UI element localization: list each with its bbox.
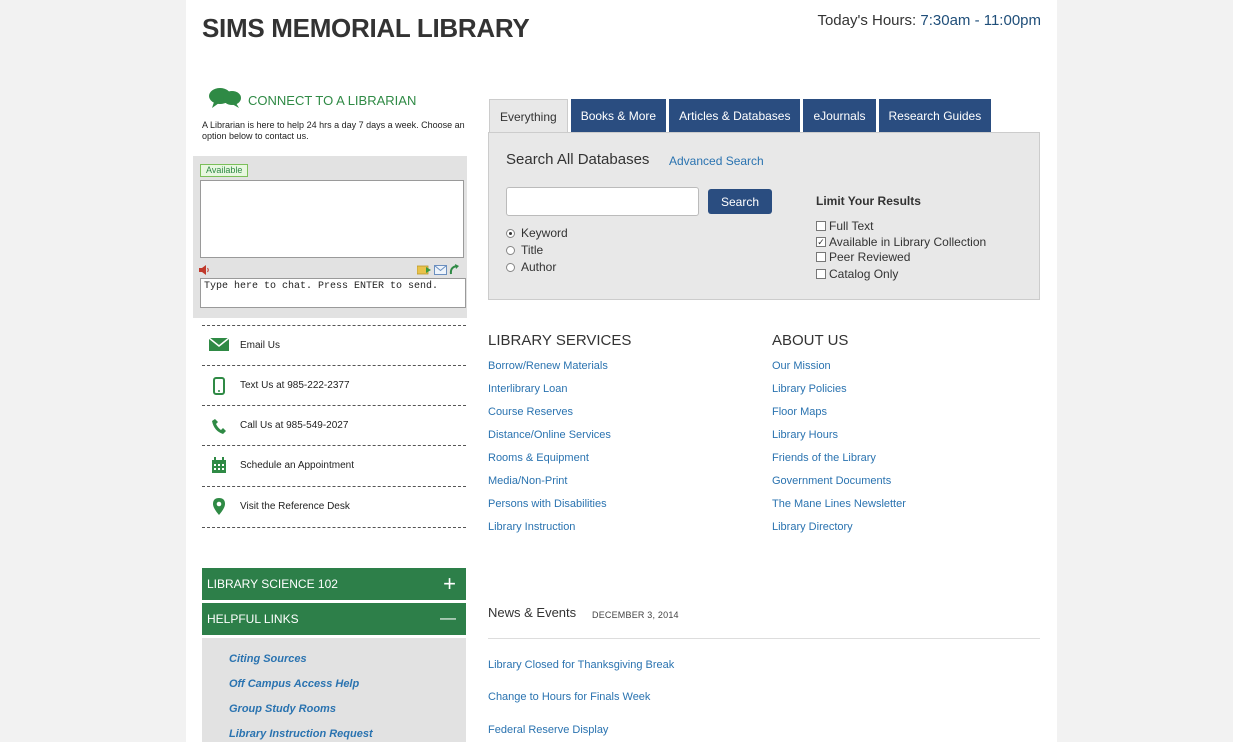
calendar-icon [208, 457, 230, 474]
accordion-helpful-links[interactable]: HELPFUL LINKS — [202, 603, 466, 635]
news-heading: News & Events [488, 605, 577, 620]
about-link[interactable]: Library Policies [772, 383, 847, 395]
news-item[interactable]: Library Closed for Thanksgiving Break [488, 659, 674, 671]
contact-label: Call Us at 985-549-2027 [240, 420, 349, 431]
divider [202, 527, 466, 528]
about-link[interactable]: The Mane Lines Newsletter [772, 498, 906, 510]
contact-label: Text Us at 985-222-2377 [240, 380, 350, 391]
contact-label: Schedule an Appointment [240, 460, 354, 471]
chat-bubbles-icon [208, 87, 242, 114]
search-button[interactable]: Search [708, 189, 772, 214]
radio-title[interactable]: Title [506, 243, 543, 257]
helpful-link[interactable]: Citing Sources [229, 653, 307, 665]
about-us-heading: ABOUT US [772, 332, 849, 349]
expand-icon: + [443, 571, 456, 596]
service-link[interactable]: Library Instruction [488, 521, 575, 533]
limit-results-heading: Limit Your Results [816, 194, 921, 208]
radio-keyword[interactable]: Keyword [506, 226, 568, 240]
news-item[interactable]: Federal Reserve Display [488, 724, 608, 736]
service-link[interactable]: Media/Non-Print [488, 475, 567, 487]
helpful-link[interactable]: Group Study Rooms [229, 703, 336, 715]
contact-text[interactable]: Text Us at 985-222-2377 [202, 365, 466, 405]
radio-label: Keyword [521, 226, 568, 240]
checkbox[interactable] [816, 269, 826, 279]
accordion-label: LIBRARY SCIENCE 102 [207, 577, 338, 591]
accordion-label: HELPFUL LINKS [207, 612, 299, 626]
connect-title[interactable]: CONNECT TO A LIBRARIAN [248, 93, 416, 108]
hours-value: 7:30am - 11:00pm [920, 12, 1041, 29]
helpful-links-panel: Citing Sources Off Campus Access Help Gr… [202, 638, 466, 742]
connect-heading: CONNECT TO A LIBRARIAN [208, 87, 416, 114]
checkbox-label: Available in Library Collection [829, 235, 987, 249]
library-services-heading: LIBRARY SERVICES [488, 332, 632, 349]
contact-label: Email Us [240, 340, 281, 351]
tab-everything[interactable]: Everything [489, 99, 568, 133]
service-link[interactable]: Course Reserves [488, 406, 573, 418]
helpful-link[interactable]: Library Instruction Request [229, 728, 373, 740]
search-title: Search All Databases [506, 151, 650, 168]
radio-label: Author [521, 260, 557, 274]
advanced-search-link[interactable]: Advanced Search [669, 154, 764, 168]
phone-icon [208, 376, 230, 395]
contact-call[interactable]: Call Us at 985-549-2027 [202, 405, 466, 445]
tab-research-guides[interactable]: Research Guides [878, 99, 992, 132]
checkbox-available[interactable]: ✓ Available in Library Collection [816, 235, 986, 249]
contact-email[interactable]: Email Us [202, 325, 466, 365]
about-link[interactable]: Library Hours [772, 429, 838, 441]
email-icon [208, 336, 230, 355]
search-tabs: Everything Books & More Articles & Datab… [489, 99, 992, 133]
checkbox-label: Full Text [829, 219, 874, 233]
page-title: SIMS MEMORIAL LIBRARY [202, 13, 530, 43]
radio-button[interactable] [506, 228, 515, 238]
accordion-library-science[interactable]: LIBRARY SCIENCE 102 + [202, 568, 466, 600]
helpful-link[interactable]: Off Campus Access Help [229, 678, 359, 690]
news-item[interactable]: Change to Hours for Finals Week [488, 691, 650, 703]
search-panel: Search All Databases Advanced Search Sea… [488, 132, 1040, 300]
todays-hours: Today's Hours: 7:30am - 11:00pm [817, 12, 1041, 29]
about-link[interactable]: Friends of the Library [772, 452, 876, 464]
chat-widget: Available Type here to chat. Press ENTER… [193, 156, 467, 318]
service-link[interactable]: Interlibrary Loan [488, 383, 568, 395]
about-link[interactable]: Our Mission [772, 360, 831, 372]
collapse-icon: — [440, 610, 456, 627]
call-icon [208, 418, 230, 434]
page: SIMS MEMORIAL LIBRARY Today's Hours: 7:3… [186, 0, 1057, 742]
contact-reference-desk[interactable]: Visit the Reference Desk [202, 486, 466, 526]
news-date: DECEMBER 3, 2014 [592, 610, 679, 620]
service-link[interactable]: Rooms & Equipment [488, 452, 589, 464]
service-link[interactable]: Distance/Online Services [488, 429, 611, 441]
chat-input[interactable]: Type here to chat. Press ENTER to send. [200, 278, 466, 308]
checkbox-label: Peer Reviewed [829, 250, 911, 264]
checkbox-label: Catalog Only [829, 267, 899, 281]
radio-button[interactable] [506, 245, 515, 255]
checkbox-peer-reviewed[interactable]: Peer Reviewed [816, 250, 910, 264]
tab-ejournals[interactable]: eJournals [803, 99, 876, 132]
radio-button[interactable] [506, 262, 515, 272]
checkbox-checked[interactable]: ✓ [816, 237, 826, 247]
contact-label: Visit the Reference Desk [240, 501, 350, 512]
checkbox[interactable] [816, 221, 826, 231]
service-link[interactable]: Persons with Disabilities [488, 498, 607, 510]
tab-articles-databases[interactable]: Articles & Databases [669, 99, 801, 132]
contact-appointment[interactable]: Schedule an Appointment [202, 445, 466, 485]
chat-transcript [200, 180, 464, 258]
about-link[interactable]: Government Documents [772, 475, 891, 487]
connect-subtext: A Librarian is here to help 24 hrs a day… [202, 120, 465, 141]
location-icon [208, 498, 230, 515]
divider [488, 638, 1040, 639]
radio-author[interactable]: Author [506, 260, 556, 274]
tab-books-more[interactable]: Books & More [570, 99, 667, 132]
search-input[interactable] [506, 187, 699, 216]
hours-label: Today's Hours: [817, 12, 917, 29]
checkbox-full-text[interactable]: Full Text [816, 219, 873, 233]
checkbox-catalog-only[interactable]: Catalog Only [816, 267, 898, 281]
service-link[interactable]: Borrow/Renew Materials [488, 360, 608, 372]
about-link[interactable]: Library Directory [772, 521, 853, 533]
checkbox[interactable] [816, 252, 826, 262]
radio-label: Title [521, 243, 544, 257]
about-link[interactable]: Floor Maps [772, 406, 827, 418]
status-badge: Available [200, 164, 249, 177]
